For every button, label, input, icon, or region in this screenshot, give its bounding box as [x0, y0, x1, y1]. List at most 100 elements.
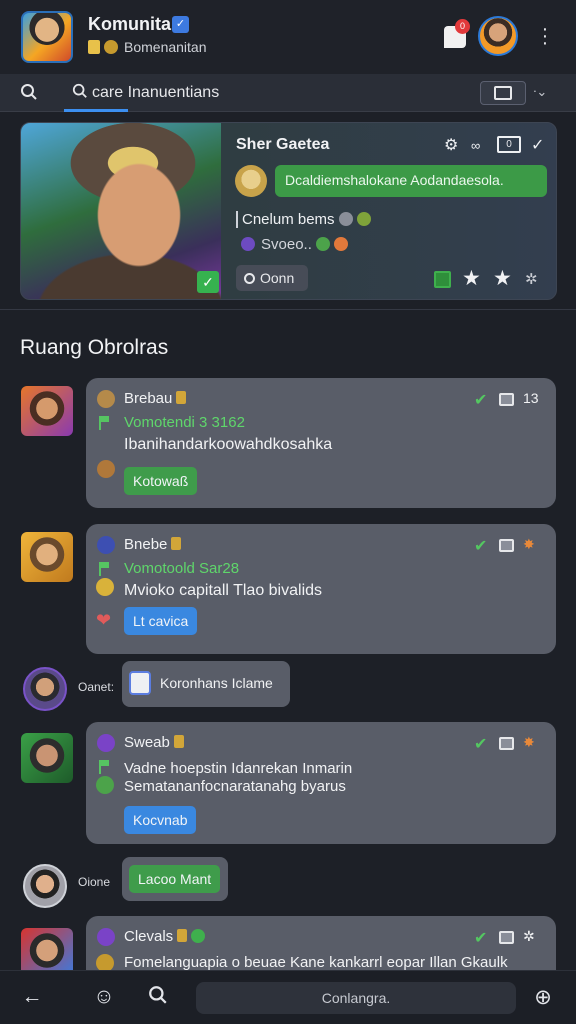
featured-line1-text: Cnelum bems [242, 211, 335, 228]
community-title: Komunitar [88, 14, 178, 34]
counter-icon[interactable]: 0 [497, 136, 521, 153]
gear-icon[interactable]: ⚙ [444, 135, 458, 155]
search-icon[interactable] [144, 985, 172, 1011]
avatar[interactable] [21, 733, 73, 783]
emoji-icon [97, 460, 115, 478]
message-text: Fomelanguapia o beuae Kane kankarrl eopa… [124, 954, 508, 971]
link-icon[interactable]: ∞ [471, 138, 480, 153]
message-action-button[interactable]: Lt cavica [124, 607, 198, 635]
featured-card[interactable]: ✓ Sher Gaetea ⚙ ∞ 0 ✓ Dcaldiemshalokane … [20, 122, 557, 300]
checkbox[interactable] [434, 271, 451, 288]
featured-button-label: Oonn [260, 270, 295, 286]
user-avatar[interactable] [478, 16, 518, 56]
notification-count-badge: 0 [455, 19, 470, 34]
check-icon [191, 929, 206, 943]
rank-icon [177, 929, 188, 942]
message-subtitle: Vomotendi 3 3162 [124, 414, 245, 431]
system-note-label: Oanet: [78, 680, 115, 694]
copy-icon[interactable] [499, 539, 514, 552]
system-note-label: Oione [78, 875, 111, 889]
emoji-icon[interactable]: ☺ [90, 985, 118, 1009]
check-icon[interactable]: ✔ [474, 734, 487, 754]
star-burst-icon[interactable]: ✸ [523, 734, 535, 751]
featured-user-avatar[interactable] [235, 165, 267, 197]
mask-icon [338, 212, 353, 226]
flag-icon [99, 416, 109, 430]
heart-icon: ❤ [96, 610, 112, 630]
section-title: Ruang Obrolras [20, 336, 169, 359]
gem-icon [97, 928, 115, 946]
clover-icon [315, 237, 330, 251]
message-text: Mvioko capitall Tlao bivalids [124, 582, 323, 599]
avatar[interactable] [21, 386, 73, 436]
featured-notice: Dcaldiemshalokane Aodandaesola. [275, 165, 547, 197]
settings-icon[interactable]: ✲ [525, 270, 538, 288]
search-icon [72, 83, 87, 98]
message-author-text: Brebau [124, 390, 173, 407]
reaction-count[interactable]: 13 [523, 390, 539, 406]
avatar[interactable] [23, 864, 67, 908]
check-icon[interactable]: ✔ [474, 390, 487, 410]
featured-open-button[interactable]: Oonn [236, 265, 308, 291]
chat-message[interactable]: Bnebe Vomotoold Sar28 Mvioko capitall Tl… [86, 524, 556, 654]
more-options-icon[interactable]: · · · [538, 19, 552, 53]
chat-message[interactable]: Clevals Fomelanguapia o beuae Kane kanka… [86, 916, 556, 972]
star-icon[interactable]: ★ [493, 266, 512, 291]
message-action-button[interactable]: Kocvnab [124, 806, 197, 834]
checkmark-icon[interactable]: ✓ [531, 135, 544, 155]
chat-message[interactable]: Sweab Vadne hoepstin Idanrekan Inmarin S… [86, 722, 556, 844]
bottom-bar: ← ☺ Conlangra. ⊕ [0, 970, 576, 1024]
message-author-text: Sweab [124, 734, 170, 751]
chat-message[interactable]: Brebau Vomotendi 3 3162 Ibanihandarkoowa… [86, 378, 556, 508]
star-burst-icon[interactable]: ✸ [523, 536, 535, 553]
featured-character-image [21, 123, 221, 299]
system-note[interactable]: Koronhans Iclame [122, 661, 290, 707]
gem-icon [241, 237, 255, 251]
check-icon[interactable]: ✔ [474, 928, 487, 948]
community-subtitle-text: Bomenanitan [124, 39, 207, 55]
rank-icon [171, 537, 182, 550]
search-icon[interactable] [20, 83, 38, 101]
clock-icon [244, 273, 255, 284]
message-action-button[interactable]: Kotowaß [124, 467, 198, 495]
message-author: Clevals [124, 928, 206, 945]
avatar[interactable] [23, 667, 67, 711]
divider [0, 309, 576, 310]
system-note-text: Lacoo Mant [129, 865, 221, 893]
coin-icon [104, 40, 118, 54]
copy-icon[interactable] [499, 393, 514, 406]
discord-icon [129, 671, 151, 695]
community-avatar[interactable] [21, 11, 73, 63]
message-text: Ibanihandarkoowahdkosahka [124, 436, 333, 453]
search-bar: care Inanuentians ᐧ⌄ [0, 74, 576, 112]
message-subtitle: Vomotoold Sar28 [124, 560, 240, 577]
star-icon[interactable]: ★ [462, 266, 481, 291]
system-note[interactable]: Lacoo Mant [122, 857, 228, 901]
message-author-text: Bnebe [124, 536, 168, 553]
chevron-down-icon[interactable]: ᐧ⌄ [533, 84, 547, 100]
back-arrow-icon[interactable]: ← [18, 985, 46, 1009]
featured-line1: Cnelum bems [236, 211, 371, 228]
verified-icon: ✓ [172, 16, 189, 33]
check-icon: ✓ [197, 271, 219, 293]
emoji-icon [356, 212, 371, 226]
check-icon[interactable]: ✔ [474, 536, 487, 556]
badge-icon [88, 40, 100, 54]
copy-icon[interactable] [499, 931, 514, 944]
system-note-text: Koronhans Iclame [160, 675, 273, 691]
tab-search-label[interactable]: care Inanuentians [72, 83, 219, 102]
message-author: Sweab [124, 734, 184, 751]
user-badge-icon [97, 536, 115, 554]
community-subtitle: Bomenanitan [88, 39, 207, 55]
featured-line2-text: Svoeo.. [261, 236, 312, 253]
avatar[interactable] [21, 532, 73, 582]
message-author: Bnebe [124, 536, 182, 553]
clover-icon [96, 776, 114, 794]
search-icon-glyph [149, 986, 167, 1004]
copy-icon[interactable] [499, 737, 514, 750]
message-input[interactable]: Conlangra. [196, 982, 516, 1014]
tab-search-text: care Inanuentians [92, 84, 220, 101]
attach-icon[interactable]: ⊕ [529, 985, 557, 1010]
window-icon [494, 86, 512, 100]
settings-icon[interactable]: ✲ [523, 928, 535, 945]
